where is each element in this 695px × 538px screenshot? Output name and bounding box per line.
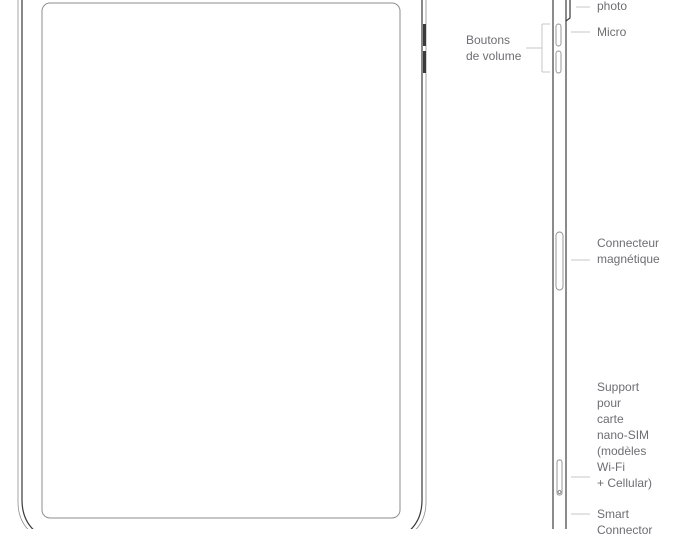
- label-volume-buttons: Boutons de volume: [466, 33, 522, 63]
- sim-eject-hole: [557, 490, 562, 494]
- front-volume-button-down: [423, 51, 426, 73]
- label-micro: Micro: [597, 25, 627, 39]
- ipad-front-view: [17, 0, 427, 529]
- label-smart-connector: Smart Connector: [597, 507, 653, 537]
- ipad-diagram: [17, 0, 590, 529]
- screen-outline: [41, 2, 401, 519]
- leader-lines: [526, 6, 590, 515]
- ipad-side-view: [552, 0, 571, 529]
- sim-tray-shape: [556, 459, 563, 496]
- label-sim-tray: Support pour carte nano-SIM (modèles Wi-…: [597, 380, 653, 490]
- device-outer-edge: [21, 0, 423, 529]
- front-volume-button-up: [423, 24, 426, 46]
- leader-volume: [526, 23, 550, 73]
- side-volume-down: [555, 50, 562, 74]
- device-inner-edge: [17, 0, 427, 529]
- magnetic-connector-shape: [555, 231, 564, 291]
- label-magnetic-connector: Connecteur magnétique: [597, 236, 660, 266]
- label-camera: photo: [597, 0, 628, 13]
- side-volume-up: [555, 23, 562, 47]
